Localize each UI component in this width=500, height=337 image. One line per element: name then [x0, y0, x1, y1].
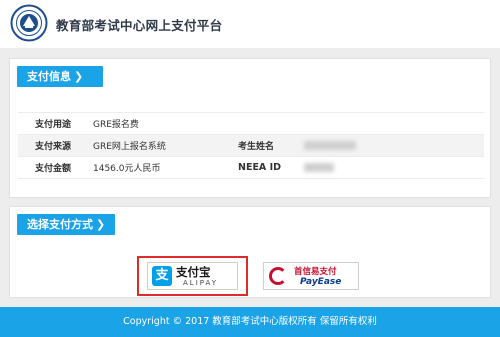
payease-icon: [269, 267, 287, 285]
alipay-logo: 支 支付宝 ALIPAY: [147, 262, 238, 290]
candidate-name-value: [298, 134, 484, 157]
alipay-option[interactable]: 支 支付宝 ALIPAY: [137, 256, 248, 296]
chevron-right-icon: ❯: [74, 70, 84, 83]
site-title: 教育部考试中心网上支付平台: [56, 18, 223, 33]
alipay-en-text: ALIPAY: [183, 279, 219, 287]
table-row: 支付来源 GRE网上报名系统 考生姓名: [18, 134, 484, 157]
copyright-text: Copyright © 2017 教育部考试中心版权所有 保留所有权利: [123, 316, 377, 327]
chevron-right-icon: ❯: [96, 218, 106, 231]
redacted-neea-id: [304, 162, 334, 172]
payment-info-card: 支付信息 ❯ 支付用途 GRE报名费 支付来源 GRE网上报名系统 考生姓名 支付…: [9, 58, 491, 198]
neea-id-label: NEEA ID: [236, 156, 298, 179]
row1-value2: [298, 112, 484, 135]
payease-en-text: PayEase: [300, 277, 342, 287]
payment-method-card: 选择支付方式 ❯: [9, 206, 491, 298]
neea-seal-icon: [10, 4, 48, 42]
row1-label2: [236, 112, 298, 135]
alipay-cn-text: 支付宝: [176, 265, 211, 279]
source-label: 支付来源: [18, 134, 88, 157]
payment-info-table: 支付用途 GRE报名费 支付来源 GRE网上报名系统 考生姓名 支付金额 145…: [18, 112, 484, 179]
amount-label: 支付金额: [18, 156, 88, 179]
payease-cn-text: 首信易支付: [294, 267, 337, 277]
redacted-name: [304, 140, 356, 150]
alipay-icon: 支: [152, 266, 172, 286]
table-row: 支付用途 GRE报名费: [18, 112, 484, 135]
purpose-value: GRE报名费: [88, 112, 236, 135]
payment-info-section-label: 支付信息: [27, 70, 71, 83]
footer: Copyright © 2017 教育部考试中心版权所有 保留所有权利: [0, 307, 500, 337]
source-value: GRE网上报名系统: [88, 134, 236, 157]
table-row: 支付金额 1456.0元人民币 NEEA ID: [18, 156, 484, 179]
payment-info-section-button[interactable]: 支付信息 ❯: [17, 66, 103, 87]
payease-option[interactable]: 首信易支付 PayEase: [263, 262, 359, 290]
header: 教育部考试中心网上支付平台: [0, 0, 500, 48]
candidate-name-label: 考生姓名: [236, 134, 298, 157]
amount-value: 1456.0元人民币: [88, 156, 236, 179]
payment-method-section-button[interactable]: 选择支付方式 ❯: [17, 214, 115, 235]
neea-id-value: [298, 156, 484, 179]
purpose-label: 支付用途: [18, 112, 88, 135]
payment-method-section-label: 选择支付方式: [27, 218, 93, 231]
